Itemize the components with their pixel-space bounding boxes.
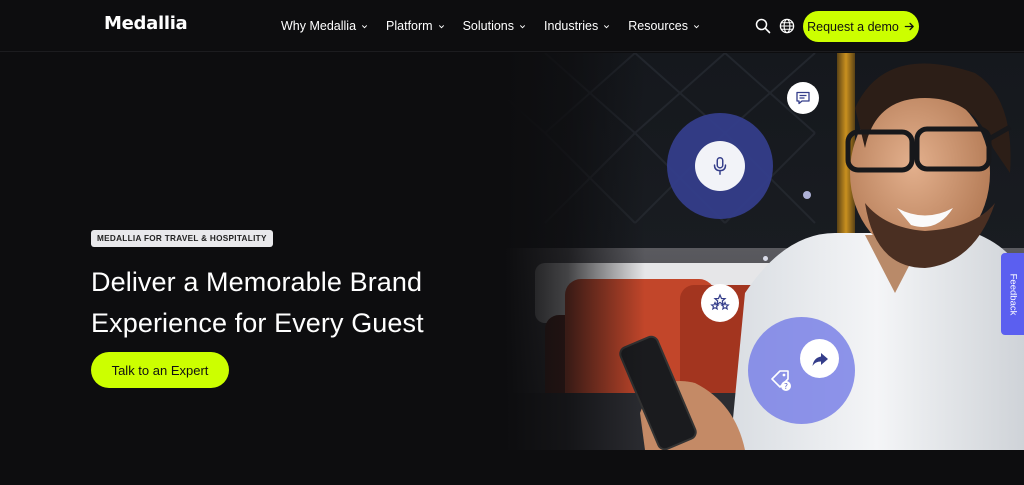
photo-fade-overlay <box>505 53 645 450</box>
search-icon[interactable] <box>754 17 772 35</box>
nav-solutions-label: Solutions <box>462 19 515 33</box>
nav-platform-label: Platform <box>386 19 433 33</box>
decorative-dot <box>763 256 768 261</box>
microphone-icon <box>713 157 727 175</box>
chevron-down-icon <box>693 24 700 28</box>
globe-icon[interactable] <box>778 17 796 35</box>
nav-industries[interactable]: Industries <box>544 19 611 33</box>
site-header: Medallia Why Medallia Platform Solutions… <box>0 0 1024 52</box>
share-arrow-icon <box>812 352 828 366</box>
medallia-logo[interactable]: Medallia <box>104 13 188 34</box>
hero-headline-line2: Experience for Every Guest <box>91 308 424 338</box>
chevron-down-icon <box>519 24 526 28</box>
nav-why-medallia[interactable]: Why Medallia <box>281 19 369 33</box>
nav-industries-label: Industries <box>544 19 599 33</box>
chat-message-badge <box>787 82 819 114</box>
chat-icon <box>796 91 810 105</box>
stars-icon <box>710 293 730 311</box>
feedback-tab-label: Feedback <box>1007 273 1019 315</box>
hero-section: MEDALLIA FOR TRAVEL & HOSPITALITY Delive… <box>0 53 1024 450</box>
star-rating-badge <box>701 284 739 322</box>
nav-solutions[interactable]: Solutions <box>463 19 527 33</box>
request-demo-button[interactable]: Request a demo <box>803 11 919 42</box>
chevron-down-icon <box>438 24 444 28</box>
main-nav: Why Medallia Platform Solutions Industri… <box>281 19 718 33</box>
arrow-right-icon <box>904 22 914 31</box>
svg-text:?: ? <box>784 382 788 391</box>
chevron-down-icon <box>361 24 368 28</box>
price-tag-icon: ? <box>771 370 791 391</box>
chevron-down-icon <box>604 24 610 28</box>
voice-feedback-badge <box>667 113 773 219</box>
hero-headline-line1: Deliver a Memorable Brand <box>91 267 423 297</box>
nav-resources[interactable]: Resources <box>628 19 701 33</box>
share-arrow-badge <box>800 339 839 378</box>
loyalty-tag-badge: ? <box>748 317 855 424</box>
microphone-icon-circle <box>695 141 745 191</box>
request-demo-label: Request a demo <box>807 19 899 34</box>
page-bottom-band <box>0 450 1024 485</box>
talk-to-expert-button[interactable]: Talk to an Expert <box>91 352 229 388</box>
feedback-tab[interactable]: Feedback <box>1001 253 1024 335</box>
nav-why-medallia-label: Why Medallia <box>281 19 357 33</box>
industry-eyebrow-badge: MEDALLIA FOR TRAVEL & HOSPITALITY <box>91 230 273 247</box>
nav-platform[interactable]: Platform <box>386 19 446 33</box>
decorative-dot <box>803 191 811 199</box>
nav-resources-label: Resources <box>628 19 688 33</box>
hero-headline: Deliver a Memorable Brand Experience for… <box>91 262 491 344</box>
